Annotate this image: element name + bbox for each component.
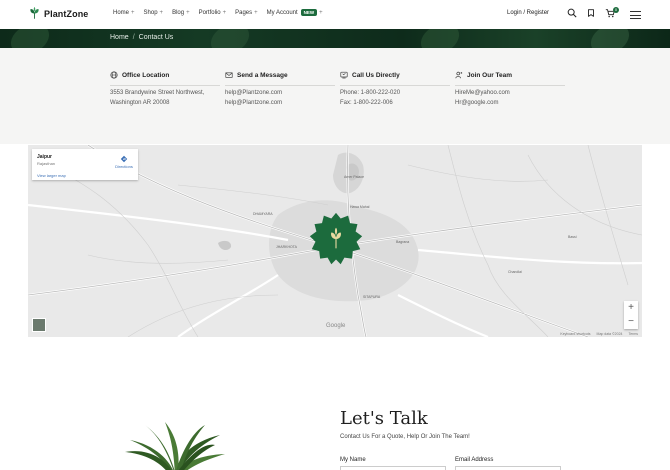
nav-label: Blog [172, 9, 185, 16]
nav-label: Pages [235, 9, 253, 16]
zoom-in-button[interactable]: + [624, 301, 638, 315]
plus-icon: + [186, 9, 190, 16]
nav-label: My Account [266, 9, 298, 16]
map-label: Amer Palace [344, 175, 365, 179]
map-label: Bagrana [396, 240, 410, 244]
breadcrumb-home[interactable]: Home [110, 34, 129, 41]
email-label: Email Address [455, 457, 494, 463]
email-line-2[interactable]: help@Plantzone.com [225, 100, 335, 106]
info-heading: Send a Message [225, 71, 335, 86]
login-register-link[interactable]: Login / Register [507, 10, 549, 16]
keyboard-shortcuts-link[interactable]: Keyboard shortcuts [560, 332, 590, 336]
directions-button[interactable]: Directions [114, 155, 134, 169]
header-icons: 0 [567, 7, 619, 18]
new-badge: NEW [300, 9, 318, 16]
info-title: Office Location [122, 71, 170, 79]
map-label: DHAMYARA [253, 212, 273, 216]
nav-pages[interactable]: Pages + [235, 9, 258, 16]
address-line-1: 3553 Brandywine Street Northwest, [110, 90, 205, 96]
join-team: Join Our Team HireMe@yahoo.com Hr@google… [455, 71, 565, 106]
breadcrumb-current: Contact Us [138, 34, 174, 41]
map-info-card: Jaipur Rajasthan View larger map Directi… [32, 149, 138, 180]
map-place-name: Jaipur [37, 154, 53, 160]
wishlist-icon[interactable] [586, 8, 596, 18]
email-line-1[interactable]: help@Plantzone.com [225, 90, 335, 96]
google-map[interactable]: Amer Palace Hawa Mahal DHAMYARA SITAPURA… [28, 145, 642, 337]
info-heading: Office Location [110, 71, 220, 86]
breadcrumb: Home / Contact Us [110, 34, 173, 41]
zoom-controls: + − [624, 301, 638, 329]
nav-label: Home [113, 9, 130, 16]
plus-icon: + [159, 9, 164, 16]
breadcrumb-separator: / [132, 34, 135, 41]
careers-email-2[interactable]: Hr@google.com [455, 100, 565, 106]
directions-icon [120, 155, 128, 163]
team-icon [455, 71, 463, 79]
nav-label: Portfolio [198, 9, 221, 16]
info-heading: Call Us Directly [340, 71, 450, 86]
terms-link[interactable]: Terms [628, 332, 638, 336]
mail-icon [225, 72, 233, 78]
name-label: My Name [340, 457, 366, 463]
hamburger-menu-icon[interactable] [630, 11, 641, 22]
view-larger-map-link[interactable]: View larger map [37, 173, 66, 178]
lets-talk-heading: Let's Talk [340, 408, 428, 429]
main-nav: Home + Shop + Blog + Portfolio + Pages + My A… [113, 9, 332, 16]
leaf-logo-icon [30, 7, 39, 19]
map-type-toggle[interactable] [32, 318, 46, 332]
plus-icon: + [319, 9, 323, 16]
phone-icon [340, 71, 348, 79]
map-region: Rajasthan [37, 161, 56, 166]
plus-icon: + [254, 9, 258, 16]
plus-icon: + [131, 9, 135, 16]
google-logo: Google [326, 323, 346, 329]
map-footer: Keyboard shortcuts Map data ©2024 Terms [560, 332, 638, 336]
globe-icon [110, 71, 118, 79]
map-label: SITAPURA [363, 295, 381, 299]
office-location: Office Location 3553 Brandywine Street N… [110, 71, 220, 106]
name-input[interactable] [340, 466, 446, 470]
fax-line: Fax: 1-800-222-006 [340, 100, 393, 106]
map-data-credit: Map data ©2024 [596, 332, 623, 336]
contact-info-section: Office Location 3553 Brandywine Street N… [0, 48, 670, 144]
location-marker-icon[interactable] [308, 211, 364, 267]
map-label: Hawa Mahal [350, 205, 370, 209]
site-header: PlantZone Home + Shop + Blog + Portfolio + P… [0, 0, 670, 29]
nav-label: Shop [143, 9, 158, 16]
info-heading: Join Our Team [455, 71, 565, 86]
logo-text: PlantZone [44, 8, 89, 19]
nav-shop[interactable]: Shop + [144, 9, 164, 16]
info-title: Join Our Team [467, 71, 513, 79]
phone-line[interactable]: Phone: 1-800-222-020 [340, 90, 450, 96]
nav-my-account[interactable]: My Account NEW + [267, 9, 323, 16]
plant-image [125, 422, 225, 470]
logo[interactable]: PlantZone [28, 7, 88, 20]
directions-label: Directions [115, 164, 133, 169]
email-input[interactable] [455, 466, 561, 470]
send-message: Send a Message help@Plantzone.com help@P… [225, 71, 335, 106]
search-icon[interactable] [567, 8, 577, 18]
careers-email-1[interactable]: HireMe@yahoo.com [455, 90, 565, 96]
map-label: Bassi [568, 235, 577, 239]
map-label: Chandlai [508, 270, 522, 274]
nav-home[interactable]: Home + [113, 9, 135, 16]
info-title: Send a Message [237, 71, 288, 79]
map-label: JHARKHOTA [276, 245, 297, 249]
breadcrumb-banner: Home / Contact Us [0, 29, 670, 48]
cart-button[interactable]: 0 [605, 7, 619, 18]
lets-talk-subtitle: Contact Us For a Quote, Help Or Join The… [340, 434, 470, 440]
nav-portfolio[interactable]: Portfolio + [199, 9, 227, 16]
call-directly: Call Us Directly Phone: 1-800-222-020 Fa… [340, 71, 450, 106]
zoom-out-button[interactable]: − [624, 315, 638, 329]
address-line-2: Washington AR 20008 [110, 100, 170, 106]
plus-icon: + [222, 9, 227, 16]
nav-blog[interactable]: Blog + [172, 9, 190, 16]
info-title: Call Us Directly [352, 71, 400, 79]
cart-count-badge: 0 [613, 7, 619, 13]
